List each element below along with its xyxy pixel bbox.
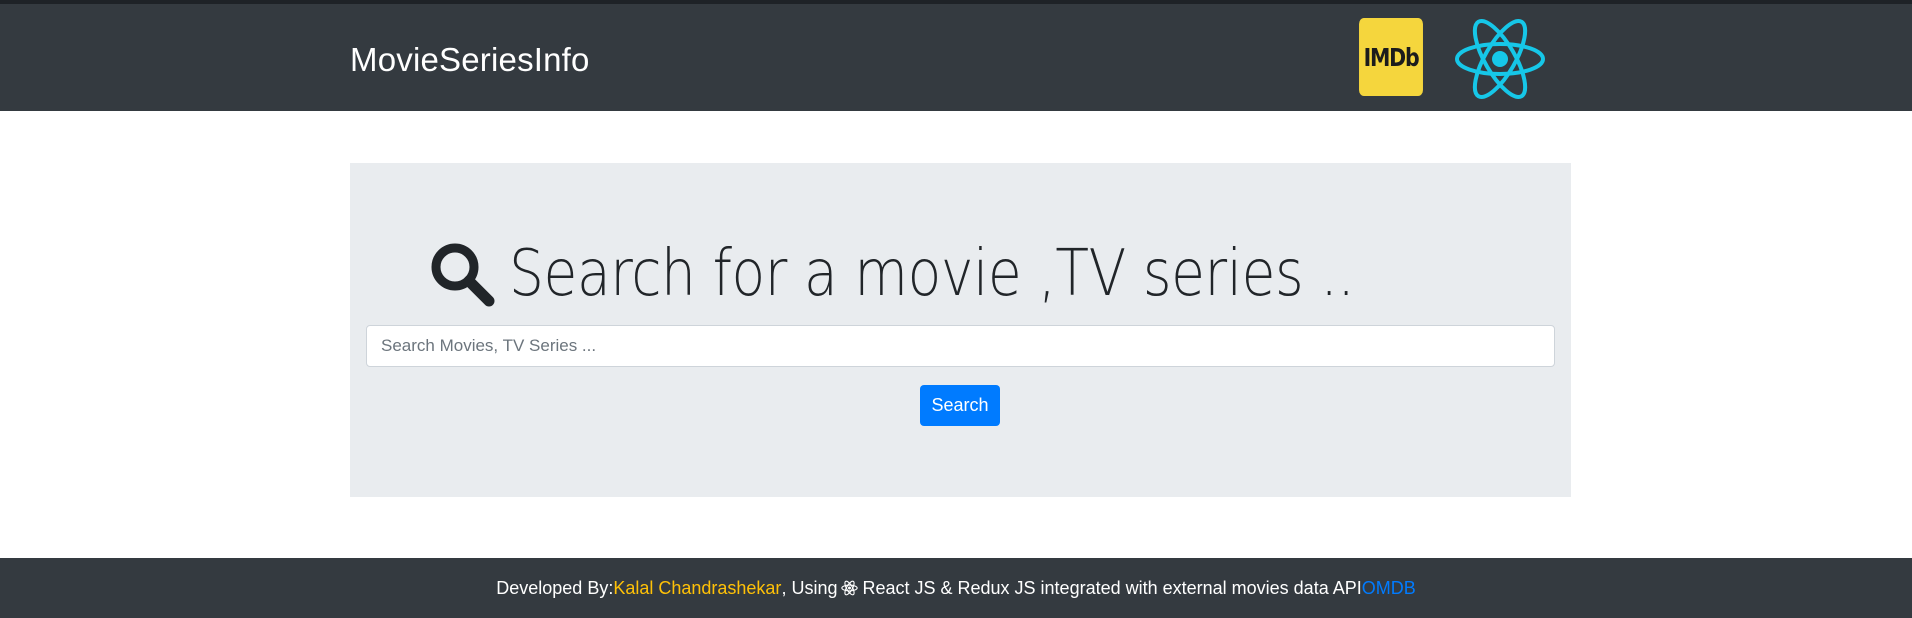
title-text: Search for a movie ,TV series .. <box>508 237 1355 311</box>
imdb-logo: IMDb <box>1359 18 1423 96</box>
search-button[interactable]: Search <box>920 385 1000 426</box>
search-jumbotron: Search for a movie ,TV series .. Search <box>350 163 1571 497</box>
author-link[interactable]: Kalal Chandrashekar <box>613 578 781 599</box>
brand-link[interactable]: MovieSeriesInfo <box>350 40 590 80</box>
footer-prefix: Developed By: <box>496 577 614 598</box>
react-atom-icon <box>841 580 859 596</box>
react-atom-icon <box>1455 19 1545 99</box>
search-icon <box>431 243 495 307</box>
navbar: MovieSeriesInfo IMDb <box>0 4 1912 111</box>
footer-using-text: , Using <box>781 577 838 598</box>
footer: Developed By: Kalal Chandrashekar, Using … <box>0 558 1912 618</box>
api-link[interactable]: OMDB <box>1362 578 1416 599</box>
search-input[interactable] <box>366 325 1555 367</box>
page-title: Search for a movie ,TV series .. <box>350 237 1571 311</box>
footer-stack-text: React JS & Redux JS integrated with exte… <box>862 577 1362 598</box>
